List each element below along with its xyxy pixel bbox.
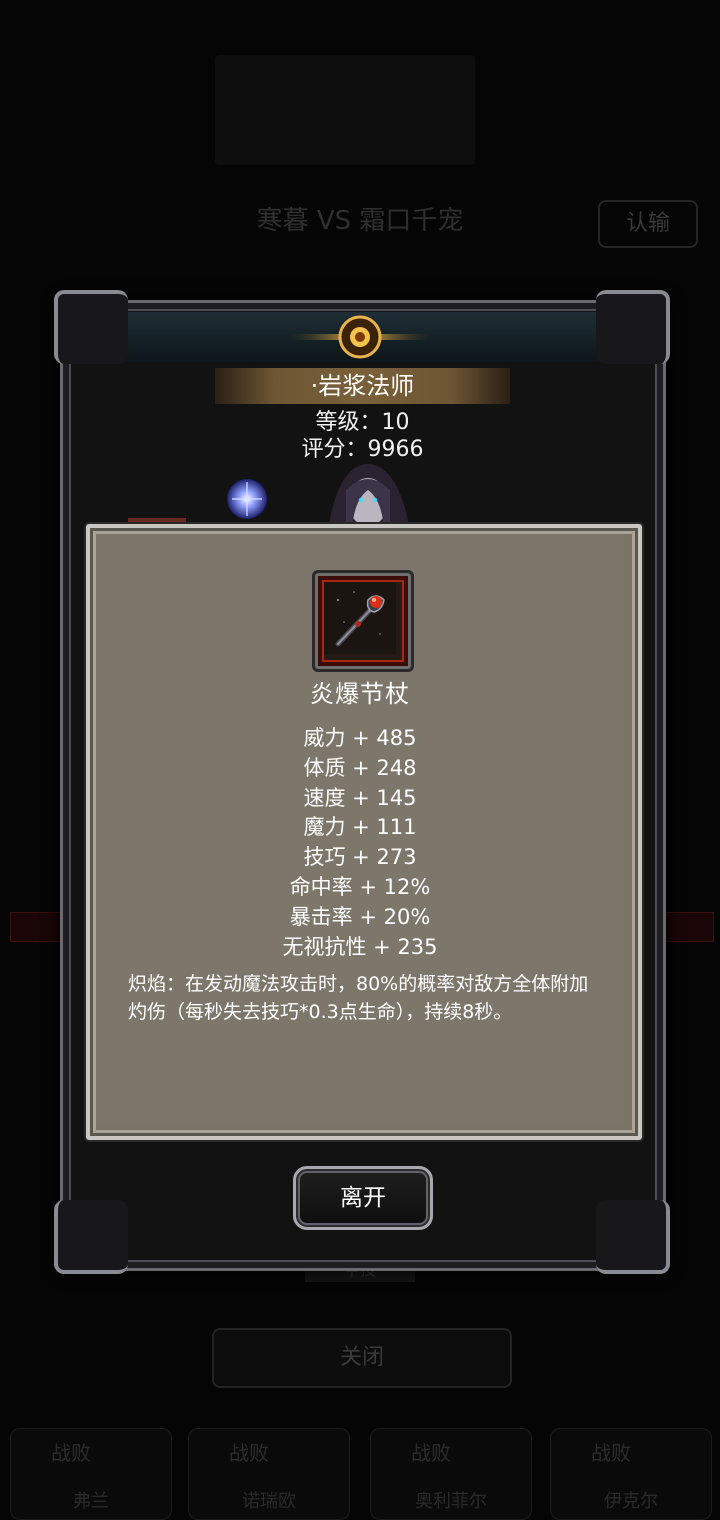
result-text: 战败	[591, 1441, 631, 1465]
frame-corner-ornament	[596, 1200, 670, 1274]
result-name: 诺瑞欧	[242, 1491, 296, 1512]
background-banner	[215, 55, 475, 165]
hero-score: 评分：9966	[301, 437, 424, 462]
stat-line: 魔力 + 111	[303, 815, 417, 840]
stat-line: 威力 + 485	[303, 726, 417, 750]
hero-portrait	[328, 464, 410, 530]
right-side-bar	[660, 912, 714, 942]
frame-corner-ornament	[596, 290, 670, 364]
leave-button[interactable]: 离开	[293, 1166, 433, 1230]
stat-line: 暴击率 + 20%	[289, 904, 431, 929]
frame-corner-ornament	[54, 290, 128, 364]
result-row: 战败 弗兰 战败 诺瑞欧 战败 奥利菲尔 战败 伊克尔	[0, 1428, 720, 1520]
fire-staff-icon	[324, 582, 396, 654]
stat-line: 体质 + 248	[303, 755, 417, 780]
hero-name: ·岩浆法师	[310, 372, 415, 400]
result-name: 伊克尔	[604, 1491, 658, 1512]
stat-line: 技巧 + 273	[303, 845, 417, 870]
result-card: 战败 诺瑞欧	[188, 1428, 350, 1520]
result-name: 奥利菲尔	[415, 1491, 487, 1512]
left-side-bar	[10, 912, 66, 942]
close-button: 关闭	[212, 1328, 512, 1388]
result-card: 战败 弗兰	[10, 1428, 172, 1520]
magic-orb-icon	[227, 479, 267, 519]
item-name: 炎爆节杖	[310, 680, 410, 708]
frame-corner-ornament	[54, 1200, 128, 1274]
match-title: 寒暮 VS 霜口千宠	[256, 206, 464, 236]
stat-line: 速度 + 145	[303, 785, 417, 810]
result-card: 战败 奥利菲尔	[370, 1428, 532, 1520]
item-stats-list: 威力 + 485 体质 + 248 速度 + 145 魔力 + 111 技巧 +…	[96, 724, 624, 962]
stat-line: 命中率 + 12%	[289, 874, 431, 899]
item-effect-description: 炽焰：在发动魔法攻击时，80%的概率对敌方全体附加灼伤（每秒失去技巧*0.3点生…	[128, 973, 589, 1023]
result-text: 战败	[411, 1441, 451, 1465]
sun-emblem-icon	[290, 315, 430, 359]
result-name: 弗兰	[73, 1491, 109, 1512]
result-card: 战败 伊克尔	[550, 1428, 712, 1520]
stat-line: 无视抗性 + 235	[282, 934, 438, 959]
concede-button: 认输	[598, 200, 698, 248]
result-text: 战败	[51, 1441, 91, 1465]
result-text: 战败	[229, 1441, 269, 1465]
